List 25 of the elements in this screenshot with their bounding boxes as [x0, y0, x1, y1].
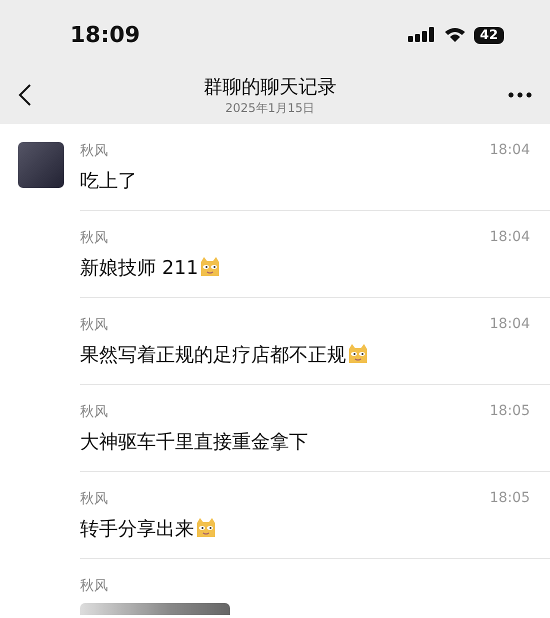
sender-name: 秋风	[80, 142, 108, 160]
battery-icon: 42	[474, 26, 504, 44]
message-text: 新娘技师 211	[80, 257, 198, 279]
sender-name: 秋风	[80, 490, 108, 508]
message-time: 18:05	[490, 490, 530, 508]
message-text: 大神驱车千里直接重金拿下	[80, 431, 308, 453]
photo-placeholder[interactable]	[80, 603, 230, 615]
message-time: 18:04	[490, 142, 530, 160]
message-time: 18:04	[490, 229, 530, 247]
sender-name: 秋风	[80, 403, 108, 421]
message-time: 18:04	[490, 316, 530, 334]
message-text: 吃上了	[80, 170, 137, 192]
wifi-icon	[444, 27, 466, 43]
sender-name: 秋风	[80, 229, 108, 247]
more-icon[interactable]	[508, 92, 532, 98]
status-time: 18:09	[70, 22, 140, 48]
back-icon[interactable]	[18, 83, 32, 107]
message-text: 果然写着正规的足疗店都不正规	[80, 344, 346, 366]
chat-title: 群聊的聊天记录	[204, 74, 336, 100]
message-time: 18:05	[490, 403, 530, 421]
message-text: 转手分享出来	[80, 518, 194, 540]
sender-name: 秋风	[80, 577, 108, 595]
chat-date: 2025年1月15日	[225, 100, 315, 116]
sender-name: 秋风	[80, 316, 108, 334]
signal-icon	[408, 27, 436, 43]
